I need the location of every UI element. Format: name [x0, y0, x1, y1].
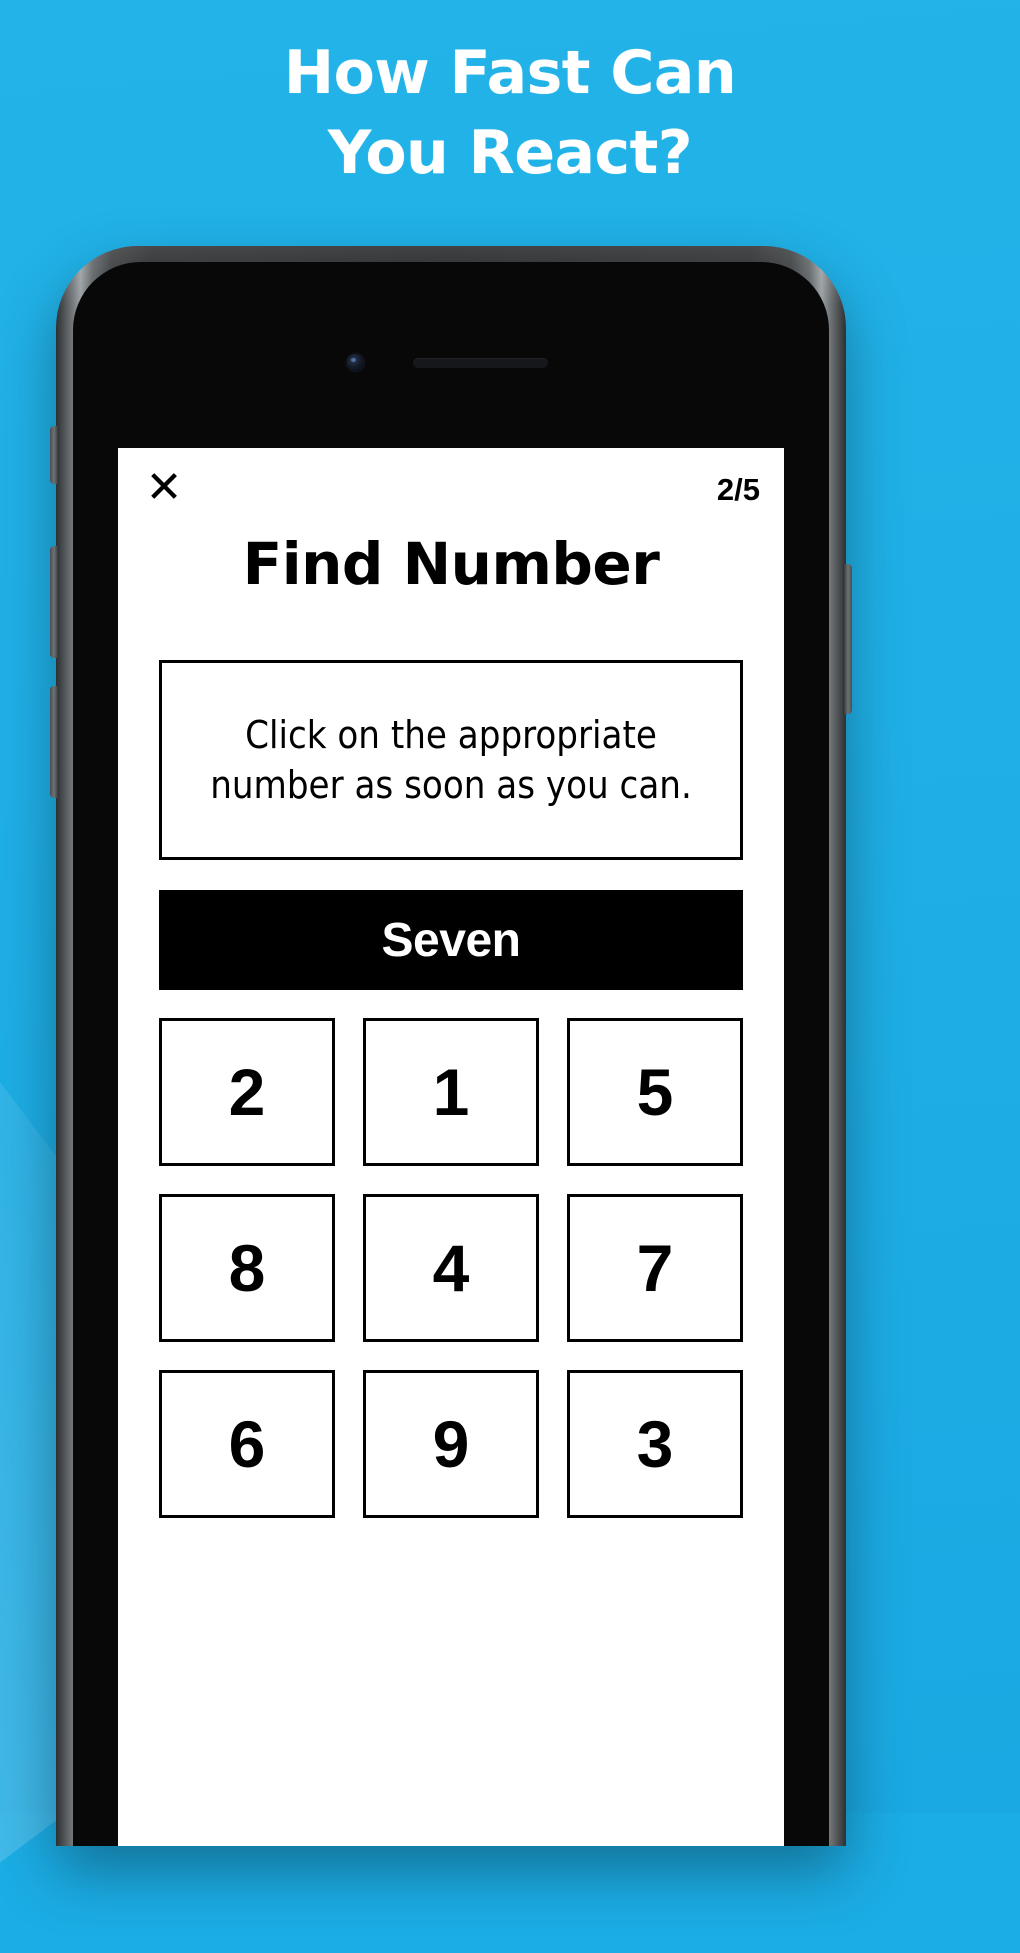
prompt-word: Seven [381, 913, 521, 967]
prompt-bar: Seven [159, 890, 743, 990]
number-tile-label: 2 [228, 1055, 266, 1129]
volume-up-button[interactable] [50, 546, 59, 658]
instruction-text: Click on the appropriate number as soon … [210, 712, 692, 807]
number-tile[interactable]: 8 [159, 1194, 335, 1342]
number-tile[interactable]: 2 [159, 1018, 335, 1166]
close-icon[interactable]: ✕ [142, 466, 186, 510]
number-tile[interactable]: 1 [363, 1018, 539, 1166]
phone-mockup: ✕ 2/5 Find Number Click on the appropria… [50, 246, 852, 1846]
headline-line-1: How Fast Can [283, 38, 737, 108]
number-tile-label: 7 [636, 1231, 674, 1305]
app-header: ✕ 2/5 [118, 448, 784, 544]
number-tile[interactable]: 4 [363, 1194, 539, 1342]
number-tile[interactable]: 7 [567, 1194, 743, 1342]
number-tile-label: 5 [636, 1055, 674, 1129]
number-tile-label: 1 [432, 1055, 470, 1129]
headline-line-2: You React? [327, 117, 693, 188]
number-tile[interactable]: 3 [567, 1370, 743, 1518]
speaker-icon [413, 358, 548, 368]
power-button[interactable] [843, 564, 852, 714]
app-screen: ✕ 2/5 Find Number Click on the appropria… [118, 448, 784, 1846]
number-tile-label: 8 [228, 1231, 266, 1305]
number-tile-label: 9 [432, 1407, 470, 1481]
number-tile-label: 4 [432, 1231, 470, 1305]
number-tile-label: 3 [636, 1407, 674, 1481]
camera-icon [347, 354, 364, 371]
page-counter: 2/5 [716, 472, 760, 507]
number-tile[interactable]: 9 [363, 1370, 539, 1518]
instruction-box: Click on the appropriate number as soon … [159, 660, 743, 860]
number-tile-label: 6 [228, 1407, 266, 1481]
number-tile[interactable]: 5 [567, 1018, 743, 1166]
number-tile[interactable]: 6 [159, 1370, 335, 1518]
phone-bezel: ✕ 2/5 Find Number Click on the appropria… [73, 262, 829, 1846]
page-title: How Fast Can You React? [0, 34, 1020, 194]
number-tile-grid: 2 1 5 8 4 7 6 9 3 [159, 1018, 743, 1518]
volume-down-button[interactable] [50, 686, 59, 798]
silent-switch-button[interactable] [50, 426, 59, 484]
